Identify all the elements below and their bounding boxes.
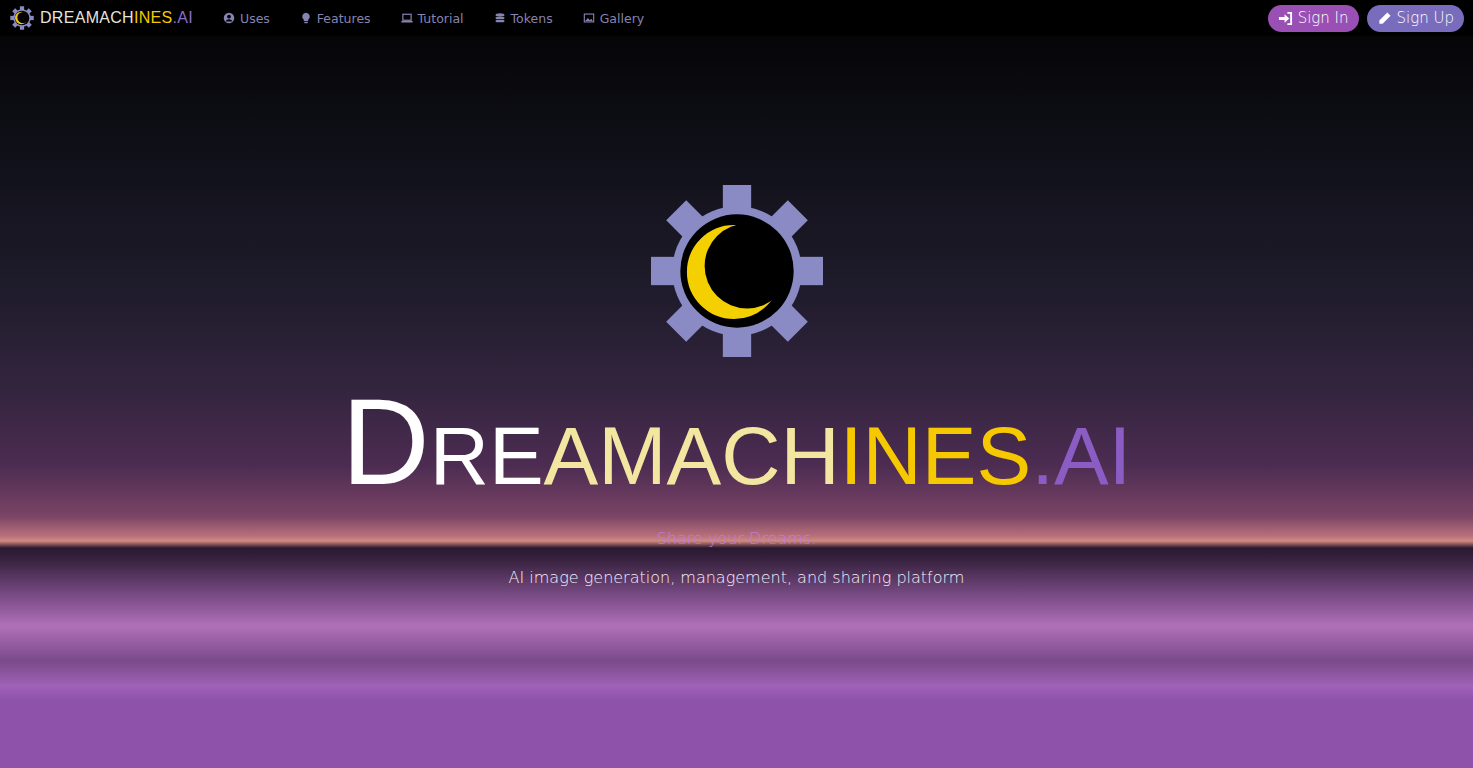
user-circle-icon (223, 12, 235, 24)
nav-item[interactable]: Tutorial (401, 11, 464, 26)
lightbulb-icon (300, 12, 312, 24)
hero-tagline: Share your Dreams. (657, 529, 817, 548)
landing-page: DREAMACHINES.AI Uses Features Tutorial Token… (0, 0, 1473, 768)
image-icon (583, 12, 595, 24)
laptop-icon (401, 12, 413, 24)
hero-title: DREAMACHINES.AI (342, 375, 1132, 509)
hero-section: DREAMACHINES.AI Share your Dreams. AI imag… (0, 36, 1473, 768)
auth-buttons: Sign In Sign Up (1268, 5, 1464, 32)
top-nav: DREAMACHINES.AI Uses Features Tutorial Token… (0, 0, 1473, 36)
sign-in-icon (1278, 11, 1293, 26)
nav-item[interactable]: Tokens (494, 11, 553, 26)
sign-in-button[interactable]: Sign In (1268, 5, 1359, 32)
pencil-icon (1377, 11, 1392, 26)
coins-icon (494, 12, 506, 24)
hero-subtitle: AI image generation, management, and sha… (509, 568, 965, 587)
nav-item[interactable]: Uses (223, 11, 270, 26)
sign-up-button[interactable]: Sign Up (1367, 5, 1464, 32)
nav-item[interactable]: Features (300, 11, 371, 26)
brand-link[interactable]: DREAMACHINES.AI (10, 6, 193, 30)
nav-menu: Uses Features Tutorial Tokens Gallery (223, 11, 644, 26)
brand-text: DREAMACHINES.AI (40, 9, 193, 27)
gear-moon-logo-icon (651, 185, 823, 357)
nav-item[interactable]: Gallery (583, 11, 645, 26)
brand-gear-icon (10, 6, 34, 30)
